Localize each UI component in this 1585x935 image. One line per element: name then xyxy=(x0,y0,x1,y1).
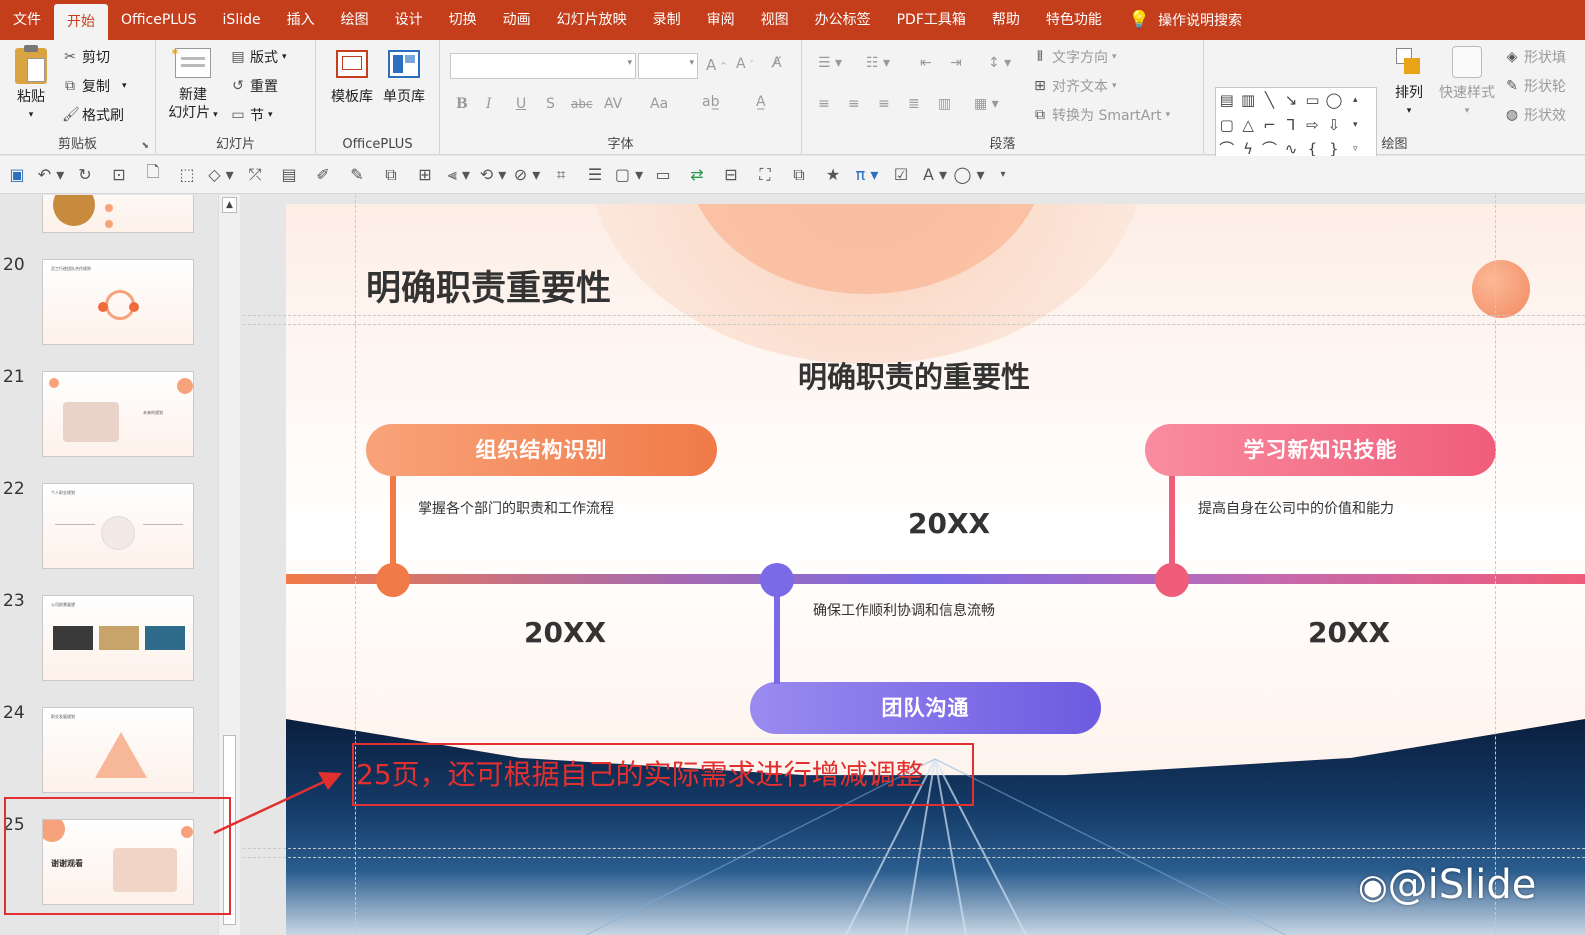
annotation-callout: 25页，还可根据自己的实际需求进行增减调整 xyxy=(352,743,974,806)
watermark-text: @iSlide xyxy=(1387,862,1537,908)
watermark: ◉@iSlide xyxy=(1358,862,1536,908)
weibo-icon: ◉ xyxy=(1358,867,1388,907)
